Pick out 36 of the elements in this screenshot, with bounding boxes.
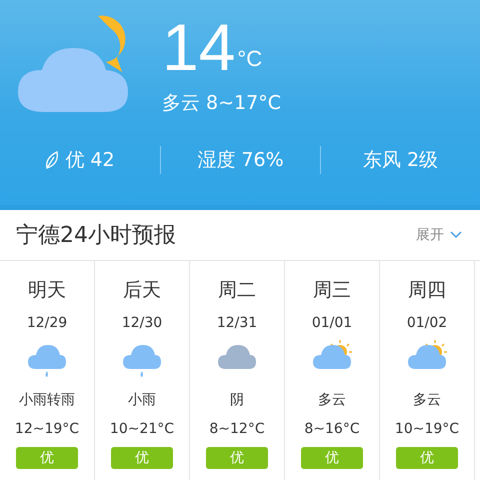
temperature-range: 10~19°C (394, 421, 460, 437)
weather-description: 多云 (318, 391, 346, 409)
day-date: 01/01 (312, 315, 352, 331)
air-quality-badge: 优 (396, 447, 458, 469)
temperature-unit: °C (237, 46, 262, 72)
chevron-down-icon (450, 231, 462, 239)
air-quality-badge: 优 (206, 447, 268, 469)
leaf-icon (45, 150, 60, 170)
temperature-range: 12~19°C (14, 421, 80, 437)
day-name: 周三 (313, 278, 351, 303)
forecast-title: 宁德24小时预报 (16, 222, 176, 250)
current-temperature: 14 (162, 14, 236, 80)
day-date: 01/02 (406, 315, 448, 331)
expand-toggle[interactable]: 展开 (416, 226, 462, 244)
weather-summary: 多云 8~17°C (162, 91, 281, 116)
weather-description: 多云 (413, 391, 441, 409)
weather-stat: 湿度 76% (197, 148, 284, 173)
day-date: 12/31 (216, 315, 258, 331)
day-name: 明天 (28, 278, 66, 303)
temperature-range: 8~16°C (304, 421, 360, 437)
temperature-range: 8~12°C (209, 421, 265, 437)
day-name: 周二 (218, 278, 256, 303)
temperature-range: 10~21°C (110, 421, 174, 437)
weather-description: 小雨 (128, 391, 156, 409)
air-quality-badge: 优 (111, 447, 173, 469)
weather-stat: 东风 2级 (362, 148, 438, 173)
day-name: 周四 (408, 278, 446, 303)
air-quality-badge: 优 (16, 447, 78, 469)
weather-description: 阴 (230, 391, 244, 409)
day-name: 后天 (123, 278, 161, 303)
weather-description: 小雨转雨 (19, 391, 75, 409)
weather-stat: 优 42 (65, 148, 115, 173)
day-date: 12/29 (26, 315, 68, 331)
air-quality-badge: 优 (301, 447, 363, 469)
cloud-moon-icon (18, 14, 130, 112)
day-date: 12/30 (122, 315, 162, 331)
